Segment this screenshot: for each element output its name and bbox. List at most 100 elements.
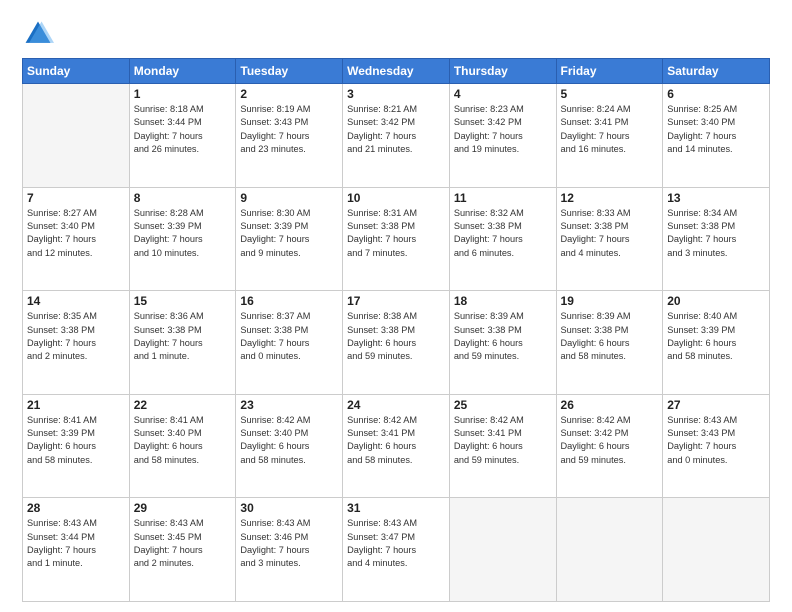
calendar-cell: 26 Sunrise: 8:42 AM Sunset: 3:42 PM Dayli… <box>556 394 663 498</box>
calendar-header-row: SundayMondayTuesdayWednesdayThursdayFrid… <box>23 59 770 84</box>
header <box>22 18 770 50</box>
calendar-cell: 21 Sunrise: 8:41 AM Sunset: 3:39 PM Dayli… <box>23 394 130 498</box>
day-info: Sunrise: 8:42 AM Sunset: 3:40 PM Dayligh… <box>240 414 338 467</box>
day-number: 4 <box>454 87 552 101</box>
day-number: 17 <box>347 294 445 308</box>
day-number: 7 <box>27 191 125 205</box>
day-info: Sunrise: 8:41 AM Sunset: 3:40 PM Dayligh… <box>134 414 232 467</box>
calendar-week-4: 28 Sunrise: 8:43 AM Sunset: 3:44 PM Dayli… <box>23 498 770 602</box>
calendar-table: SundayMondayTuesdayWednesdayThursdayFrid… <box>22 58 770 602</box>
calendar-header-sunday: Sunday <box>23 59 130 84</box>
day-number: 21 <box>27 398 125 412</box>
day-number: 24 <box>347 398 445 412</box>
day-number: 27 <box>667 398 765 412</box>
day-number: 12 <box>561 191 659 205</box>
day-info: Sunrise: 8:25 AM Sunset: 3:40 PM Dayligh… <box>667 103 765 156</box>
calendar-header-tuesday: Tuesday <box>236 59 343 84</box>
day-info: Sunrise: 8:42 AM Sunset: 3:41 PM Dayligh… <box>347 414 445 467</box>
day-number: 10 <box>347 191 445 205</box>
day-number: 13 <box>667 191 765 205</box>
calendar-cell: 7 Sunrise: 8:27 AM Sunset: 3:40 PM Daylig… <box>23 187 130 291</box>
day-info: Sunrise: 8:23 AM Sunset: 3:42 PM Dayligh… <box>454 103 552 156</box>
logo <box>22 18 58 50</box>
calendar-week-0: 1 Sunrise: 8:18 AM Sunset: 3:44 PM Daylig… <box>23 84 770 188</box>
day-number: 25 <box>454 398 552 412</box>
calendar-cell: 14 Sunrise: 8:35 AM Sunset: 3:38 PM Dayli… <box>23 291 130 395</box>
calendar-cell: 25 Sunrise: 8:42 AM Sunset: 3:41 PM Dayli… <box>449 394 556 498</box>
day-info: Sunrise: 8:43 AM Sunset: 3:45 PM Dayligh… <box>134 517 232 570</box>
day-number: 8 <box>134 191 232 205</box>
calendar-cell: 15 Sunrise: 8:36 AM Sunset: 3:38 PM Dayli… <box>129 291 236 395</box>
day-info: Sunrise: 8:24 AM Sunset: 3:41 PM Dayligh… <box>561 103 659 156</box>
day-info: Sunrise: 8:39 AM Sunset: 3:38 PM Dayligh… <box>454 310 552 363</box>
day-info: Sunrise: 8:43 AM Sunset: 3:46 PM Dayligh… <box>240 517 338 570</box>
day-number: 28 <box>27 501 125 515</box>
calendar-cell: 30 Sunrise: 8:43 AM Sunset: 3:46 PM Dayli… <box>236 498 343 602</box>
calendar-week-2: 14 Sunrise: 8:35 AM Sunset: 3:38 PM Dayli… <box>23 291 770 395</box>
page: SundayMondayTuesdayWednesdayThursdayFrid… <box>0 0 792 612</box>
calendar-cell: 8 Sunrise: 8:28 AM Sunset: 3:39 PM Daylig… <box>129 187 236 291</box>
calendar-header-saturday: Saturday <box>663 59 770 84</box>
calendar-cell: 31 Sunrise: 8:43 AM Sunset: 3:47 PM Dayli… <box>343 498 450 602</box>
calendar-cell: 17Sunrise: 8:38 AM Sunset: 3:38 PM Dayli… <box>343 291 450 395</box>
day-info: Sunrise: 8:39 AM Sunset: 3:38 PM Dayligh… <box>561 310 659 363</box>
calendar-cell: 16Sunrise: 8:37 AM Sunset: 3:38 PM Dayli… <box>236 291 343 395</box>
calendar-cell: 2 Sunrise: 8:19 AM Sunset: 3:43 PM Daylig… <box>236 84 343 188</box>
day-number: 19 <box>561 294 659 308</box>
calendar-cell: 24 Sunrise: 8:42 AM Sunset: 3:41 PM Dayli… <box>343 394 450 498</box>
calendar-cell <box>556 498 663 602</box>
calendar-cell: 28 Sunrise: 8:43 AM Sunset: 3:44 PM Dayli… <box>23 498 130 602</box>
day-number: 6 <box>667 87 765 101</box>
calendar-cell: 6 Sunrise: 8:25 AM Sunset: 3:40 PM Daylig… <box>663 84 770 188</box>
day-info: Sunrise: 8:35 AM Sunset: 3:38 PM Dayligh… <box>27 310 125 363</box>
calendar-cell: 5 Sunrise: 8:24 AM Sunset: 3:41 PM Daylig… <box>556 84 663 188</box>
day-info: Sunrise: 8:31 AM Sunset: 3:38 PM Dayligh… <box>347 207 445 260</box>
calendar-header-thursday: Thursday <box>449 59 556 84</box>
calendar-cell: 4 Sunrise: 8:23 AM Sunset: 3:42 PM Daylig… <box>449 84 556 188</box>
calendar-cell: 22 Sunrise: 8:41 AM Sunset: 3:40 PM Dayli… <box>129 394 236 498</box>
calendar-cell: 9Sunrise: 8:30 AM Sunset: 3:39 PM Daylig… <box>236 187 343 291</box>
day-number: 2 <box>240 87 338 101</box>
day-info: Sunrise: 8:43 AM Sunset: 3:47 PM Dayligh… <box>347 517 445 570</box>
day-number: 31 <box>347 501 445 515</box>
day-info: Sunrise: 8:28 AM Sunset: 3:39 PM Dayligh… <box>134 207 232 260</box>
day-info: Sunrise: 8:43 AM Sunset: 3:44 PM Dayligh… <box>27 517 125 570</box>
day-info: Sunrise: 8:30 AM Sunset: 3:39 PM Dayligh… <box>240 207 338 260</box>
day-info: Sunrise: 8:42 AM Sunset: 3:41 PM Dayligh… <box>454 414 552 467</box>
day-number: 23 <box>240 398 338 412</box>
day-number: 18 <box>454 294 552 308</box>
calendar-cell <box>449 498 556 602</box>
day-info: Sunrise: 8:40 AM Sunset: 3:39 PM Dayligh… <box>667 310 765 363</box>
day-info: Sunrise: 8:37 AM Sunset: 3:38 PM Dayligh… <box>240 310 338 363</box>
calendar-header-friday: Friday <box>556 59 663 84</box>
calendar-week-1: 7 Sunrise: 8:27 AM Sunset: 3:40 PM Daylig… <box>23 187 770 291</box>
calendar-cell: 27 Sunrise: 8:43 AM Sunset: 3:43 PM Dayli… <box>663 394 770 498</box>
day-info: Sunrise: 8:21 AM Sunset: 3:42 PM Dayligh… <box>347 103 445 156</box>
day-number: 29 <box>134 501 232 515</box>
day-number: 30 <box>240 501 338 515</box>
day-number: 15 <box>134 294 232 308</box>
calendar-header-monday: Monday <box>129 59 236 84</box>
day-info: Sunrise: 8:41 AM Sunset: 3:39 PM Dayligh… <box>27 414 125 467</box>
calendar-cell: 20 Sunrise: 8:40 AM Sunset: 3:39 PM Dayli… <box>663 291 770 395</box>
calendar-cell <box>23 84 130 188</box>
day-number: 1 <box>134 87 232 101</box>
day-info: Sunrise: 8:19 AM Sunset: 3:43 PM Dayligh… <box>240 103 338 156</box>
calendar-cell: 13Sunrise: 8:34 AM Sunset: 3:38 PM Dayli… <box>663 187 770 291</box>
calendar-week-3: 21 Sunrise: 8:41 AM Sunset: 3:39 PM Dayli… <box>23 394 770 498</box>
day-info: Sunrise: 8:18 AM Sunset: 3:44 PM Dayligh… <box>134 103 232 156</box>
calendar-cell: 29 Sunrise: 8:43 AM Sunset: 3:45 PM Dayli… <box>129 498 236 602</box>
day-info: Sunrise: 8:42 AM Sunset: 3:42 PM Dayligh… <box>561 414 659 467</box>
calendar-cell: 10 Sunrise: 8:31 AM Sunset: 3:38 PM Dayli… <box>343 187 450 291</box>
day-number: 20 <box>667 294 765 308</box>
calendar-cell: 11Sunrise: 8:32 AM Sunset: 3:38 PM Dayli… <box>449 187 556 291</box>
calendar-cell: 19 Sunrise: 8:39 AM Sunset: 3:38 PM Dayli… <box>556 291 663 395</box>
day-info: Sunrise: 8:36 AM Sunset: 3:38 PM Dayligh… <box>134 310 232 363</box>
logo-icon <box>22 18 54 50</box>
day-number: 5 <box>561 87 659 101</box>
day-number: 22 <box>134 398 232 412</box>
day-info: Sunrise: 8:43 AM Sunset: 3:43 PM Dayligh… <box>667 414 765 467</box>
day-number: 14 <box>27 294 125 308</box>
day-number: 26 <box>561 398 659 412</box>
day-info: Sunrise: 8:27 AM Sunset: 3:40 PM Dayligh… <box>27 207 125 260</box>
